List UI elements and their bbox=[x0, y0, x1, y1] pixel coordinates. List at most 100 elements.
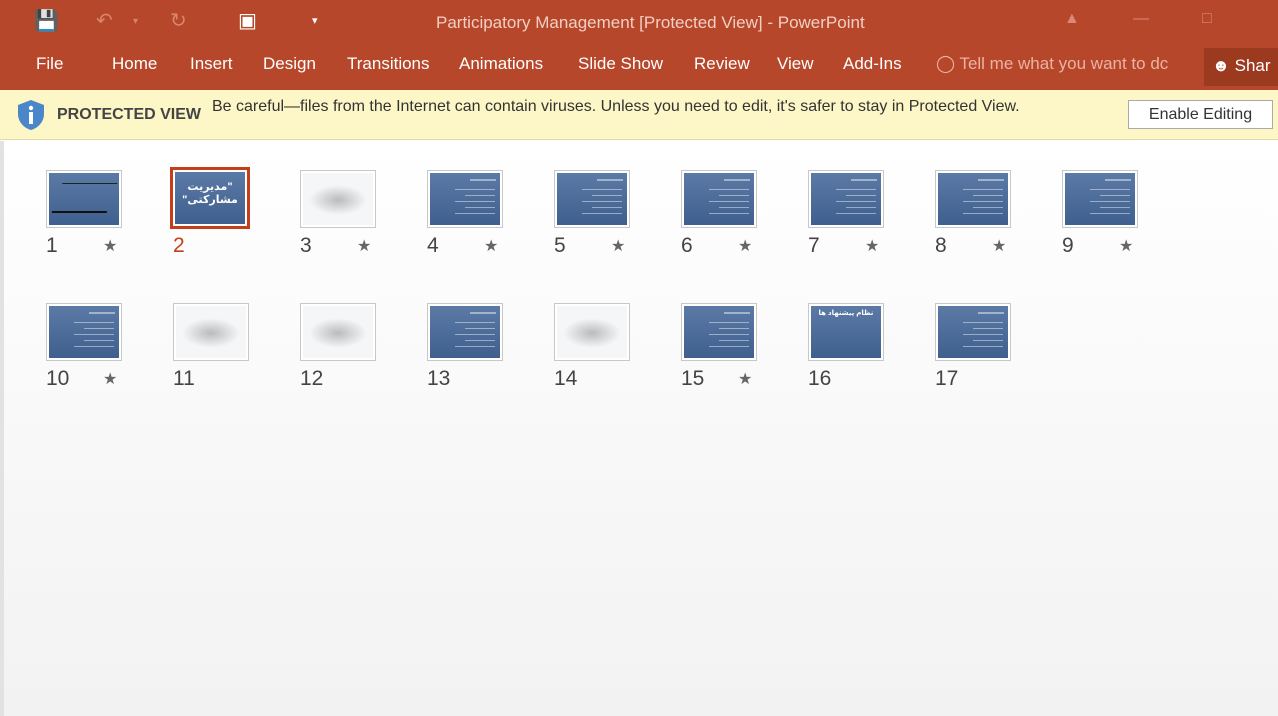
slide-image: نظام پیشنهاد ها bbox=[811, 306, 881, 358]
animation-star-icon[interactable]: ★ bbox=[1119, 236, 1133, 256]
slide-preview[interactable]: "مدیریت مشارکتی" bbox=[170, 167, 250, 229]
tab-view[interactable]: View bbox=[777, 54, 814, 74]
animation-star-icon[interactable]: ★ bbox=[738, 369, 752, 389]
slide-number: 1 bbox=[46, 234, 58, 257]
slide-preview[interactable] bbox=[46, 303, 122, 361]
minimize-icon[interactable]: — bbox=[1133, 10, 1149, 28]
slide-thumbnail-12[interactable]: 12 bbox=[300, 303, 410, 398]
slide-title: نظام پیشنهاد ها bbox=[818, 310, 874, 317]
slide-image bbox=[938, 306, 1008, 358]
presentation-icon[interactable]: ▣ bbox=[238, 8, 257, 33]
slide-number: 10 bbox=[46, 367, 70, 390]
slide-title: "مدیریت مشارکتی" bbox=[182, 181, 238, 206]
slide-image bbox=[430, 173, 500, 225]
slide-thumbnail-14[interactable]: 14 bbox=[554, 303, 664, 398]
slide-image bbox=[811, 173, 881, 225]
slide-thumbnail-15[interactable]: 15 ★ bbox=[681, 303, 791, 398]
tab-home[interactable]: Home bbox=[112, 54, 157, 74]
share-label: Shar bbox=[1234, 56, 1271, 75]
tab-review[interactable]: Review bbox=[694, 54, 750, 74]
redo-icon[interactable]: ↻ bbox=[170, 8, 187, 33]
slide-image bbox=[303, 306, 373, 358]
slide-thumbnail-13[interactable]: 13 bbox=[427, 303, 537, 398]
slide-preview[interactable] bbox=[300, 170, 376, 228]
slide-thumbnail-17[interactable]: 17 bbox=[935, 303, 1045, 398]
animation-star-icon[interactable]: ★ bbox=[484, 236, 498, 256]
animation-star-icon[interactable]: ★ bbox=[992, 236, 1006, 256]
undo-icon[interactable]: ↶ bbox=[96, 8, 113, 33]
slide-image bbox=[684, 173, 754, 225]
slide-preview[interactable] bbox=[46, 170, 122, 228]
slide-number: 16 bbox=[808, 367, 832, 390]
slide-image bbox=[1065, 173, 1135, 225]
tab-add-ins[interactable]: Add-Ins bbox=[843, 54, 902, 74]
slide-thumbnail-5[interactable]: 5 ★ bbox=[554, 170, 664, 265]
ribbon-tabs: File Home Insert Design Transitions Animation… bbox=[0, 44, 1278, 90]
slide-preview[interactable] bbox=[681, 170, 757, 228]
tab-design[interactable]: Design bbox=[263, 54, 316, 74]
slide-number: 14 bbox=[554, 367, 578, 390]
maximize-icon[interactable]: □ bbox=[1202, 10, 1212, 28]
protected-view-message: Be careful—files from the Internet can c… bbox=[212, 98, 1020, 115]
slide-preview[interactable] bbox=[300, 303, 376, 361]
animation-star-icon[interactable]: ★ bbox=[103, 236, 117, 256]
customize-quick-access-icon[interactable]: ▾ bbox=[312, 14, 318, 27]
slide-preview[interactable]: نظام پیشنهاد ها bbox=[808, 303, 884, 361]
animation-star-icon[interactable]: ★ bbox=[738, 236, 752, 256]
undo-dropdown-icon[interactable]: ▾ bbox=[133, 16, 138, 27]
slide-preview[interactable] bbox=[681, 303, 757, 361]
slide-thumbnail-7[interactable]: 7 ★ bbox=[808, 170, 918, 265]
slide-number: 11 bbox=[173, 367, 195, 390]
slide-thumbnail-10[interactable]: 10 ★ bbox=[46, 303, 156, 398]
tab-file[interactable]: File bbox=[36, 54, 63, 74]
slide-thumbnail-8[interactable]: 8 ★ bbox=[935, 170, 1045, 265]
slide-preview[interactable] bbox=[808, 170, 884, 228]
ribbon-display-options-icon[interactable]: ▲ bbox=[1064, 10, 1080, 28]
slide-preview[interactable] bbox=[173, 303, 249, 361]
slide-image bbox=[557, 173, 627, 225]
slide-number: 6 bbox=[681, 234, 693, 257]
slide-preview[interactable] bbox=[554, 303, 630, 361]
enable-editing-button[interactable]: Enable Editing bbox=[1128, 100, 1273, 129]
save-icon[interactable]: 💾 bbox=[34, 8, 59, 33]
slide-preview[interactable] bbox=[427, 170, 503, 228]
shield-info-icon bbox=[18, 100, 44, 130]
slide-image bbox=[430, 306, 500, 358]
slide-thumbnail-11[interactable]: 11 bbox=[173, 303, 283, 398]
protected-view-label: PROTECTED VIEW bbox=[57, 106, 202, 123]
share-button[interactable]: ☻ Shar bbox=[1204, 48, 1278, 86]
tell-me-search[interactable]: ◯ Tell me what you want to dc bbox=[936, 54, 1168, 74]
slide-number: 12 bbox=[300, 367, 324, 390]
slide-preview[interactable] bbox=[935, 170, 1011, 228]
title-bar: 💾 ↶ ▾ ↻ ▣ ▾ Participatory Management [Pr… bbox=[0, 0, 1278, 44]
animation-star-icon[interactable]: ★ bbox=[357, 236, 371, 256]
animation-star-icon[interactable]: ★ bbox=[865, 236, 879, 256]
slide-number: 5 bbox=[554, 234, 566, 257]
slide-preview[interactable] bbox=[935, 303, 1011, 361]
slide-thumbnail-3[interactable]: 3 ★ bbox=[300, 170, 410, 265]
slide-thumbnail-1[interactable]: 1 ★ bbox=[46, 170, 156, 265]
slide-number: 4 bbox=[427, 234, 439, 257]
slide-image bbox=[557, 306, 627, 358]
slide-preview[interactable] bbox=[427, 303, 503, 361]
slide-image bbox=[684, 306, 754, 358]
animation-star-icon[interactable]: ★ bbox=[103, 369, 117, 389]
slide-sorter: 1 ★ "مدیریت مشارکتی" 2 3 ★ 4 ★ 5 ★ 6 ★ 7 ★ 8 ★ 9 ★ 10 ★ 11 12… bbox=[0, 141, 1278, 716]
slide-image: "مدیریت مشارکتی" bbox=[175, 172, 245, 224]
slide-thumbnail-9[interactable]: 9 ★ bbox=[1062, 170, 1172, 265]
protected-view-bar: PROTECTED VIEW Be careful—files from the… bbox=[0, 90, 1278, 140]
slide-thumbnail-6[interactable]: 6 ★ bbox=[681, 170, 791, 265]
slide-thumbnail-16[interactable]: نظام پیشنهاد ها 16 bbox=[808, 303, 918, 398]
slide-preview[interactable] bbox=[554, 170, 630, 228]
tab-animations[interactable]: Animations bbox=[459, 54, 543, 74]
animation-star-icon[interactable]: ★ bbox=[611, 236, 625, 256]
tab-insert[interactable]: Insert bbox=[190, 54, 233, 74]
tab-slide-show[interactable]: Slide Show bbox=[578, 54, 663, 74]
slide-thumbnail-4[interactable]: 4 ★ bbox=[427, 170, 537, 265]
tab-transitions[interactable]: Transitions bbox=[347, 54, 430, 74]
slide-number: 8 bbox=[935, 234, 947, 257]
slide-thumbnail-2[interactable]: "مدیریت مشارکتی" 2 bbox=[170, 167, 283, 265]
slide-image bbox=[49, 173, 119, 225]
slide-number: 3 bbox=[300, 234, 312, 257]
slide-preview[interactable] bbox=[1062, 170, 1138, 228]
